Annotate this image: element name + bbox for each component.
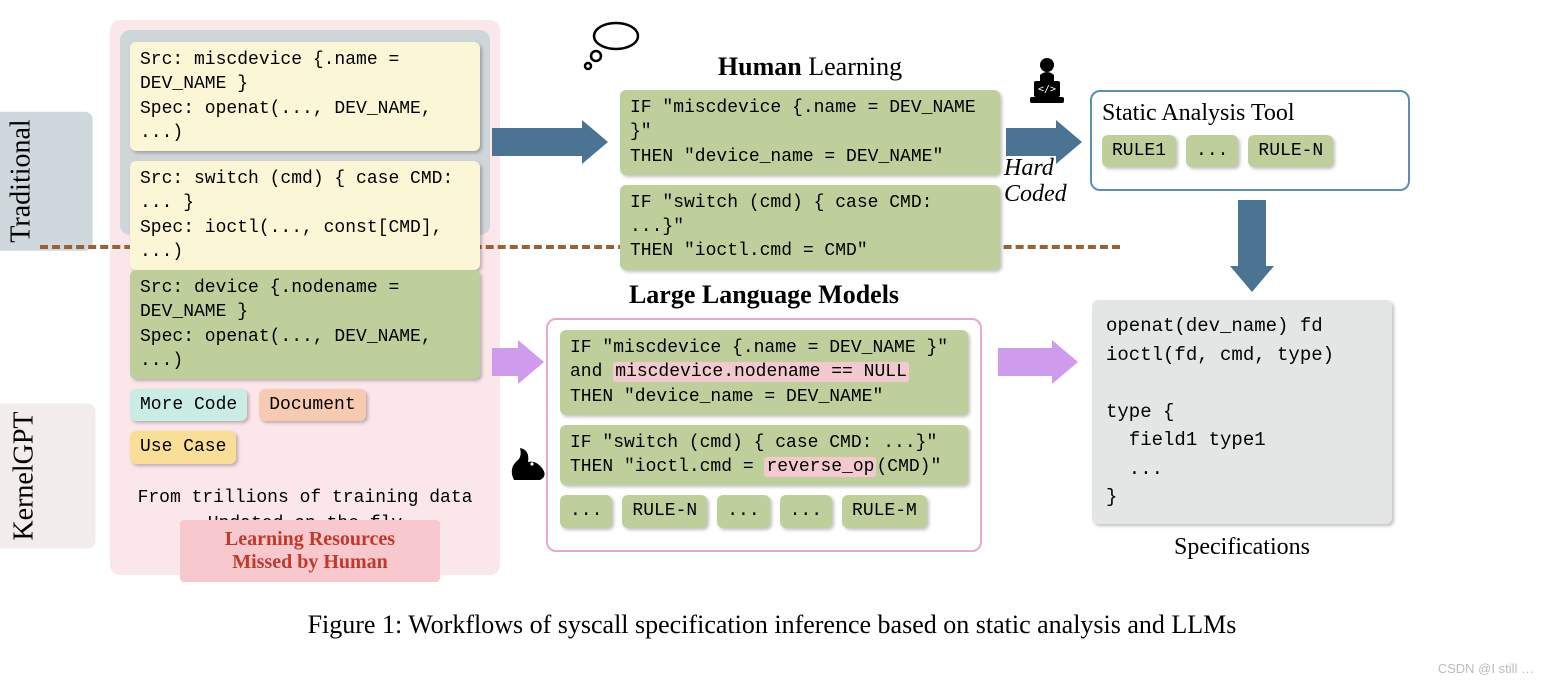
spec-line: } xyxy=(1106,483,1378,512)
rule-line: IF "switch (cmd) { case CMD: ...}" xyxy=(570,431,958,455)
rule-line: IF "miscdevice {.name = DEV_NAME }" xyxy=(570,336,958,360)
thought-bubble-icon xyxy=(582,20,642,86)
code-line: Src: switch (cmd) { case CMD: ... } xyxy=(140,167,470,216)
spec-line xyxy=(1106,369,1378,398)
arrow-examples-to-human xyxy=(492,120,608,164)
kernelgpt-resources: Src: device {.nodename = DEV_NAME } Spec… xyxy=(130,270,480,534)
chip: RULE-N xyxy=(1248,135,1333,167)
llm-rule-chips: ... RULE-N ... ... RULE-M xyxy=(560,495,968,537)
rule-line: IF "miscdevice {.name = DEV_NAME }" xyxy=(630,96,990,145)
chip: RULE1 xyxy=(1102,135,1176,167)
example-box-3: Src: device {.nodename = DEV_NAME } Spec… xyxy=(130,270,480,379)
chip: ... xyxy=(560,495,612,527)
rule-line: and miscdevice.nodename == NULL xyxy=(570,360,958,384)
rule-line: THEN "ioctl.cmd = reverse_op(CMD)" xyxy=(570,455,958,479)
code-line: Spec: openat(..., DEV_NAME, ...) xyxy=(140,97,470,146)
rule-line: THEN "device_name = DEV_NAME" xyxy=(570,385,958,409)
watermark: CSDN @I still … xyxy=(1438,661,1534,676)
sat-title: Static Analysis Tool xyxy=(1102,100,1398,127)
human-rule-1: IF "miscdevice {.name = DEV_NAME }" THEN… xyxy=(620,90,1000,175)
code-line: Spec: openat(..., DEV_NAME, ...) xyxy=(140,325,470,374)
spec-output: openat(dev_name) fd ioctl(fd, cmd, type)… xyxy=(1092,300,1392,561)
arrow-resources-to-llm xyxy=(492,340,544,384)
chip: RULE-N xyxy=(622,495,707,527)
chip-use-case: Use Case xyxy=(130,431,236,463)
spec-line: ioctl(fd, cmd, type) xyxy=(1106,341,1378,370)
llm-block: Large Language Models IF "miscdevice {.n… xyxy=(546,280,982,552)
figure-caption: Figure 1: Workflows of syscall specifica… xyxy=(0,610,1544,640)
training-data-line1: From trillions of training data xyxy=(130,488,480,508)
chip-document: Document xyxy=(259,389,365,421)
chip: ... xyxy=(780,495,832,527)
label-kernelgpt: KernelGPT xyxy=(0,403,96,548)
human-rule-2: IF "switch (cmd) { case CMD: ...}" THEN … xyxy=(620,185,1000,270)
human-learning: Human Learning IF "miscdevice {.name = D… xyxy=(620,52,1000,280)
spec-label: Specifications xyxy=(1092,534,1392,561)
rule-line: THEN "ioctl.cmd = CMD" xyxy=(630,239,990,263)
svg-text:</>: </> xyxy=(1038,84,1056,95)
squirrel-icon xyxy=(506,440,552,497)
example-box-1: Src: miscdevice {.name = DEV_NAME } Spec… xyxy=(130,42,480,151)
chip: ... xyxy=(1186,135,1238,167)
rule-line: IF "switch (cmd) { case CMD: ...}" xyxy=(630,191,990,240)
code-line: Src: miscdevice {.name = DEV_NAME } xyxy=(140,48,470,97)
chip-more-code: More Code xyxy=(130,389,247,421)
spec-line: openat(dev_name) fd xyxy=(1106,312,1378,341)
arrow-human-to-sat xyxy=(1006,120,1082,164)
example-box-2: Src: switch (cmd) { case CMD: ... } Spec… xyxy=(130,161,480,270)
rule-line: THEN "device_name = DEV_NAME" xyxy=(630,145,990,169)
arrow-llm-to-spec xyxy=(998,340,1078,384)
arrow-sat-to-spec xyxy=(1230,200,1274,292)
llm-rule-2: IF "switch (cmd) { case CMD: ...}" THEN … xyxy=(560,425,968,486)
sat-rule-chips: RULE1 ... RULE-N xyxy=(1102,135,1398,177)
resource-chips: More Code Document Use Case xyxy=(130,389,480,474)
spec-line: type { xyxy=(1106,398,1378,427)
label-traditional: Traditional xyxy=(0,111,93,250)
code-line: Src: device {.nodename = DEV_NAME } xyxy=(140,276,470,325)
llm-title: Large Language Models xyxy=(546,280,982,310)
static-analysis-block: Static Analysis Tool RULE1 ... RULE-N xyxy=(1090,90,1410,191)
code-line: Spec: ioctl(..., const[CMD], ...) xyxy=(140,216,470,265)
coder-icon: </> xyxy=(1018,55,1076,125)
llm-rule-1: IF "miscdevice {.name = DEV_NAME }" and … xyxy=(560,330,968,415)
traditional-examples: Src: miscdevice {.name = DEV_NAME } Spec… xyxy=(130,42,480,300)
chip: ... xyxy=(717,495,769,527)
static-analysis-tool: Static Analysis Tool RULE1 ... RULE-N xyxy=(1090,90,1410,191)
llm-rules-wrap: IF "miscdevice {.name = DEV_NAME }" and … xyxy=(546,318,982,552)
spec-line: ... xyxy=(1106,455,1378,484)
chip: RULE-M xyxy=(842,495,927,527)
missed-resources-callout: Learning Resources Missed by Human xyxy=(180,520,440,582)
spec-code: openat(dev_name) fd ioctl(fd, cmd, type)… xyxy=(1092,300,1392,524)
spec-line: field1 type1 xyxy=(1106,426,1378,455)
human-learning-title: Human Learning xyxy=(620,52,1000,82)
